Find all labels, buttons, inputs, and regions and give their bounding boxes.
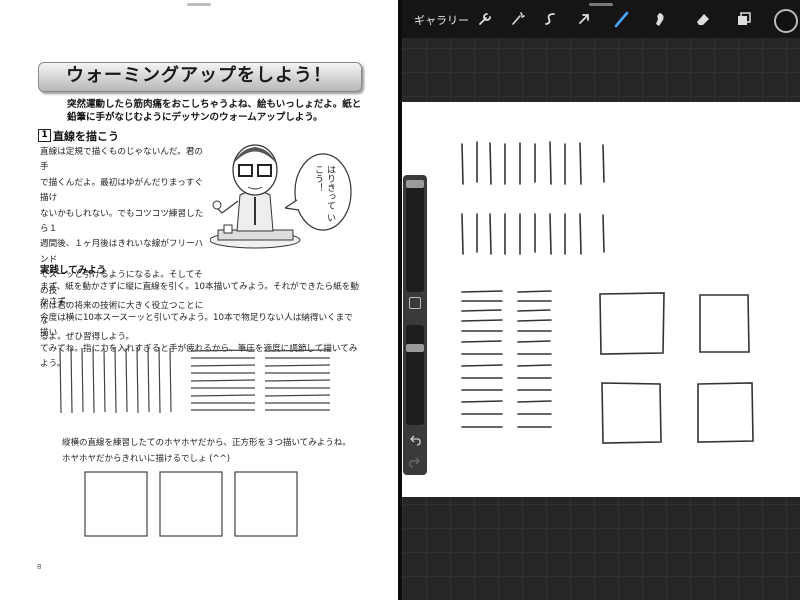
color-swatch-icon[interactable] (774, 9, 798, 33)
example-strokes (59, 346, 331, 414)
smudge-icon[interactable] (651, 10, 669, 28)
square-note: 縦横の直線を練習したてのホヤホヤだから、正方形を３つ描いてみようね。 ホヤホヤだ… (62, 435, 362, 467)
speech-bubble-text: はりきって いこう！ (313, 165, 335, 222)
intro-line: 鉛筆に手がなじむようにデッサンのウォームアップしよう。 (67, 112, 323, 123)
magic-wand-icon[interactable] (509, 10, 527, 28)
section-number: 1 (38, 129, 51, 142)
body-line: で描くんだよ。最初はゆがんだりまっすぐ描け (40, 177, 203, 204)
practice-line: まず、紙を動かさずに縦に直線を引く。10本描いてみよう。それができたら紙を動かさ… (40, 282, 359, 308)
square-note-line: 縦横の直線を練習したてのホヤホヤだから、正方形を３つ描いてみようね。 (62, 438, 351, 448)
layers-icon[interactable] (735, 10, 753, 28)
intro-text: 突然運動したら筋肉痛をおこしちゃうよね、絵もいっしょだよ。紙と 鉛筆に手がなじむ… (67, 98, 367, 124)
opacity-slider[interactable] (406, 325, 424, 425)
body-line: ないかもしれない。でもコツコツ練習したら１ (40, 208, 204, 235)
document-page: ウォーミングアップをしよう！ 突然運動したら筋肉痛をおこしちゃうよね、絵もいっし… (0, 0, 398, 600)
selection-icon[interactable] (542, 10, 560, 28)
brush-size-slider[interactable] (406, 180, 424, 292)
page-number: 8 (37, 563, 42, 571)
page-title: ウォーミングアップをしよう！ (66, 65, 332, 86)
opacity-handle[interactable] (406, 344, 424, 352)
intro-line: 突然運動したら筋肉痛をおこしちゃうよね、絵もいっしょだよ。紙と (67, 99, 362, 110)
undo-icon[interactable] (408, 434, 422, 448)
drawing-canvas[interactable] (402, 102, 800, 497)
top-toolbar: ギャラリー (402, 0, 800, 38)
square-note-line: ホヤホヤだからきれいに描けるでしょ (^^) (62, 454, 231, 464)
brush-icon[interactable] (613, 10, 631, 28)
split-view-handle[interactable] (589, 3, 613, 6)
practice-title: 実践してみよう (40, 265, 107, 276)
section-title: 直線を描こう (53, 130, 119, 143)
split-view-handle[interactable] (187, 3, 211, 6)
brush-size-handle[interactable] (406, 180, 424, 188)
example-squares (84, 471, 298, 537)
body-line: 直線は定規で描くものじゃないんだ。君の手 (40, 147, 204, 173)
gallery-button[interactable]: ギャラリー (414, 12, 469, 28)
eraser-icon[interactable] (694, 10, 712, 28)
redo-icon[interactable] (408, 456, 422, 470)
modify-button[interactable] (409, 297, 421, 309)
wrench-icon[interactable] (476, 10, 494, 28)
move-arrow-icon[interactable] (575, 10, 593, 28)
practice-line: 今度は横に10本スースーッと引いてみよう。10本で物足りない人は納得いくまで描い (40, 312, 353, 339)
